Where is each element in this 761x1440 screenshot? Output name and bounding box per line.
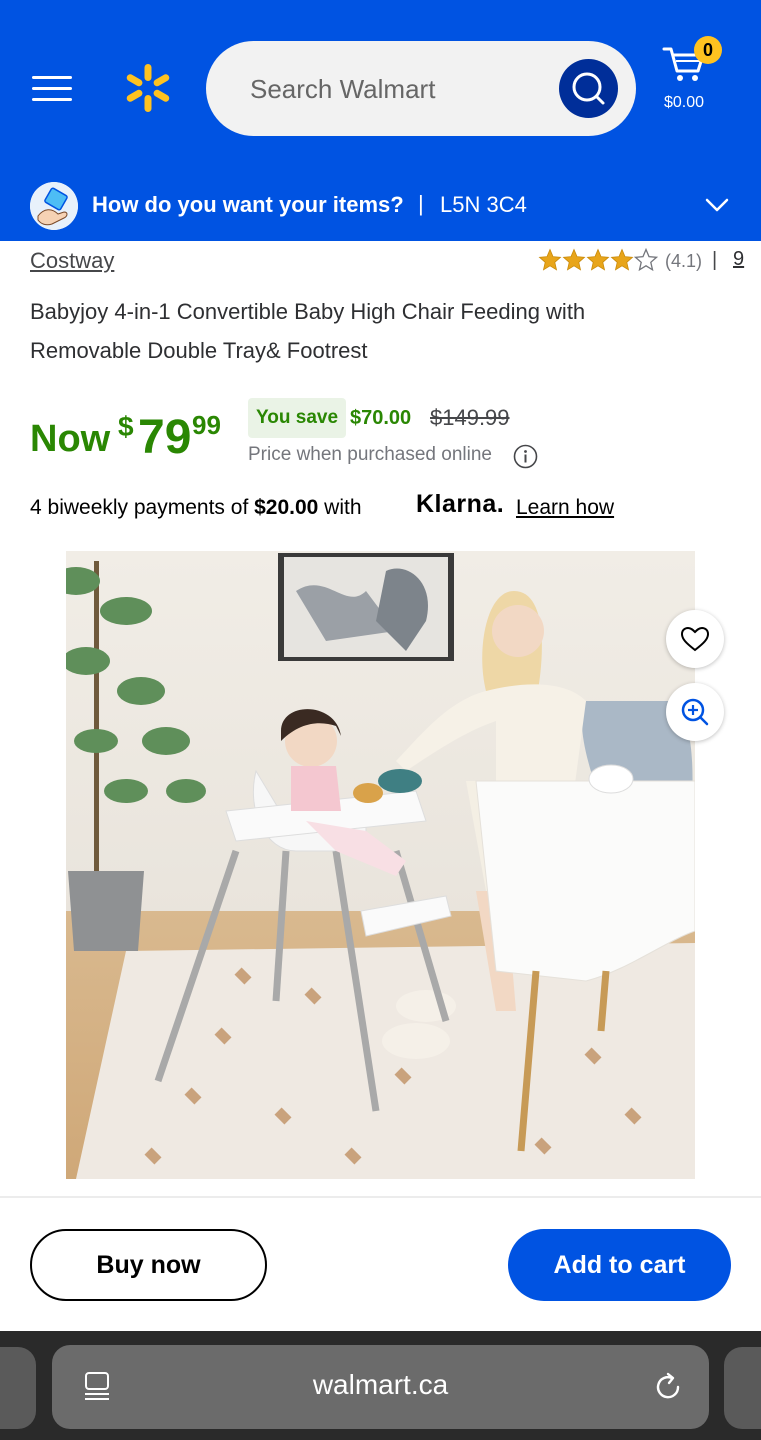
search-icon — [572, 72, 605, 105]
address-bar[interactable]: walmart.ca — [52, 1345, 709, 1429]
chevron-down-icon — [705, 198, 729, 212]
klarna-logo: Klarna. — [416, 490, 505, 518]
star-icon — [538, 248, 562, 271]
reload-icon[interactable] — [652, 1371, 684, 1403]
rating-separator: | — [712, 249, 718, 271]
star-icon — [562, 248, 586, 271]
buy-now-button[interactable]: Buy now — [30, 1229, 267, 1301]
save-amount: $70.00 — [350, 407, 412, 429]
cart-button[interactable]: 0 $0.00 — [660, 34, 730, 118]
menu-icon[interactable] — [30, 70, 74, 108]
product-image[interactable] — [66, 551, 695, 1179]
brand-link[interactable]: Costway — [30, 248, 114, 274]
installment-suffix: with — [318, 496, 362, 519]
star-icon — [634, 248, 658, 272]
delivery-icon — [30, 182, 78, 230]
info-icon[interactable] — [513, 444, 538, 469]
price-dollars: 79 — [138, 411, 192, 464]
product-title: Babyjoy 4-in-1 Convertible Baby High Cha… — [30, 299, 586, 363]
divider — [0, 1196, 761, 1198]
rating-value: (4.1) — [665, 251, 703, 271]
review-count-link[interactable]: 9 — [733, 248, 744, 271]
heart-icon — [680, 626, 710, 652]
search-button[interactable] — [559, 59, 618, 118]
browser-toolbar: walmart.ca — [0, 1331, 761, 1440]
star-icon — [586, 248, 610, 271]
star-rating[interactable] — [538, 248, 658, 272]
zoom-in-icon — [681, 698, 709, 726]
postal-code: L5N 3C4 — [440, 192, 527, 217]
star-icon — [610, 248, 634, 271]
previous-tab[interactable] — [0, 1347, 36, 1429]
price-currency: $ — [118, 411, 134, 442]
installment-prefix: 4 biweekly payments of — [30, 496, 255, 519]
price-cents: 99 — [192, 410, 221, 440]
fulfillment-separator: | — [418, 191, 424, 216]
installment-amount: $20.00 — [254, 496, 319, 519]
you-save-badge: You save — [248, 398, 347, 438]
fulfillment-selector[interactable]: How do you want your items? | L5N 3C4 — [0, 170, 761, 241]
top-header: 0 $0.00 How do you want your items? | L5… — [0, 0, 761, 241]
fulfillment-prompt: How do you want your items? — [92, 192, 404, 217]
walmart-spark-logo[interactable] — [122, 62, 174, 114]
add-to-cart-button[interactable]: Add to cart — [508, 1229, 731, 1301]
installment-text: 4 biweekly payments of $20.00 with — [30, 496, 362, 520]
learn-how-link[interactable]: Learn how — [516, 496, 614, 520]
price-note: Price when purchased online — [248, 444, 492, 465]
search-input[interactable] — [248, 63, 552, 115]
favorite-button[interactable] — [666, 610, 724, 668]
cart-total: $0.00 — [664, 94, 705, 111]
zoom-button[interactable] — [666, 683, 724, 741]
next-tab[interactable] — [724, 1347, 761, 1429]
cart-count-badge: 0 — [694, 36, 722, 64]
search-bar — [206, 41, 636, 136]
now-label: Now — [30, 418, 111, 460]
url-text: walmart.ca — [312, 1369, 449, 1400]
was-price: $149.99 — [430, 405, 510, 430]
